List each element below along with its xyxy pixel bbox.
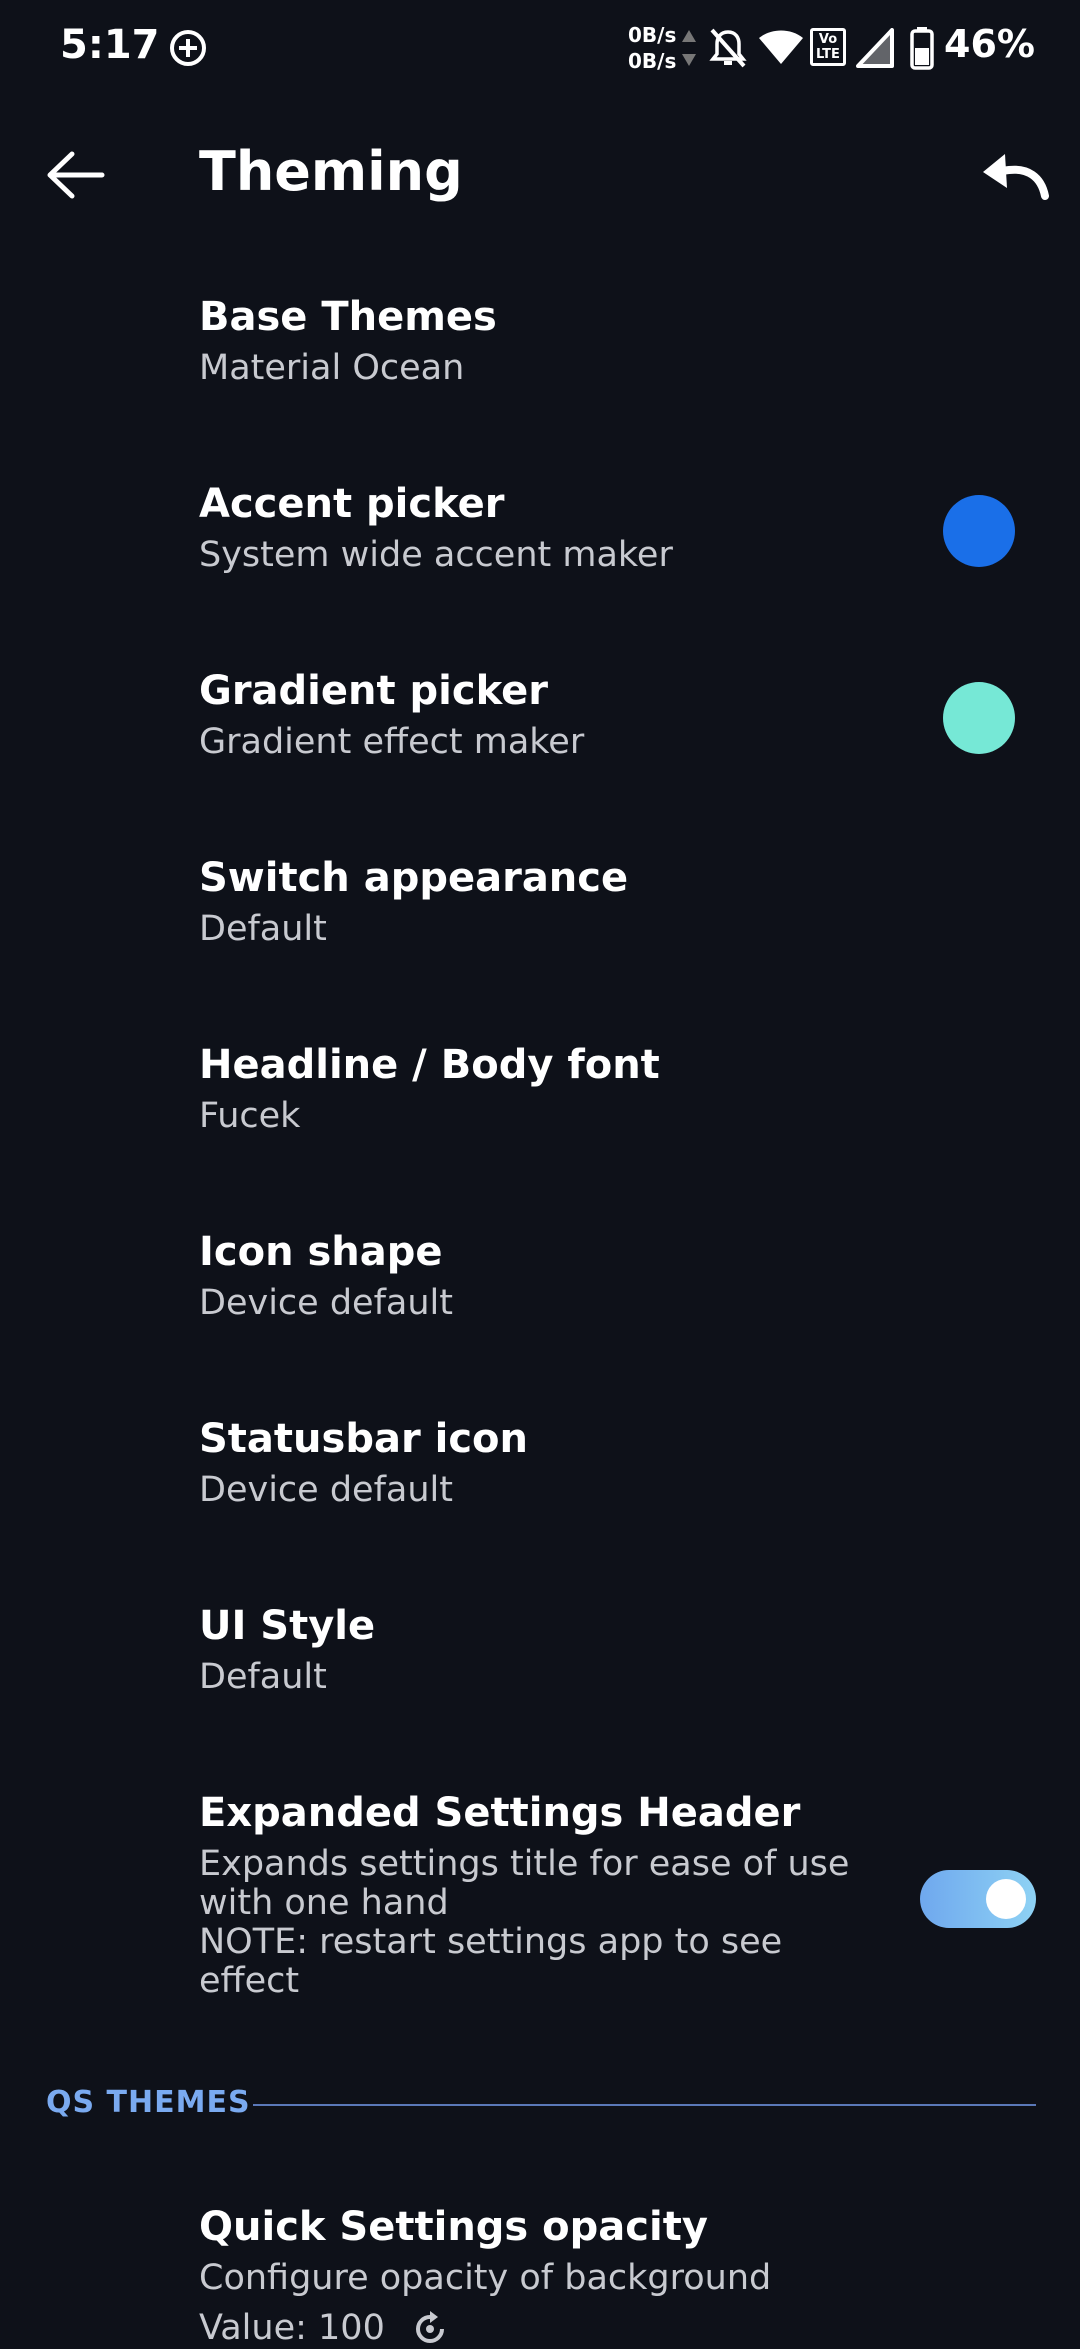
battery-percentage: 46% xyxy=(944,22,1035,66)
gradient-color-swatch[interactable] xyxy=(943,682,1015,754)
data-activity-icon xyxy=(682,30,696,66)
pref-summary: System wide accent maker xyxy=(199,535,673,575)
expanded-header-toggle[interactable] xyxy=(920,1870,1036,1928)
pref-summary: Fucek xyxy=(199,1096,301,1136)
pref-summary: Default xyxy=(199,1657,327,1697)
pref-summary: Configure opacity of background xyxy=(199,2258,772,2298)
accent-color-swatch[interactable] xyxy=(943,495,1015,567)
pref-summary: Device default xyxy=(199,1283,453,1323)
reset-icon[interactable] xyxy=(410,2309,450,2349)
pref-switch-appearance[interactable]: Switch appearance Default xyxy=(0,831,1080,981)
pref-icon-shape[interactable]: Icon shape Device default xyxy=(0,1205,1080,1355)
signal-icon xyxy=(856,28,894,68)
pref-title: Quick Settings opacity xyxy=(199,2204,708,2250)
pref-accent-picker[interactable]: Accent picker System wide accent maker xyxy=(0,457,1080,607)
undo-icon xyxy=(983,154,1049,200)
pref-summary-line: effect xyxy=(199,1961,300,2001)
volte-icon: Vo LTE xyxy=(810,28,846,66)
pref-statusbar-icon[interactable]: Statusbar icon Device default xyxy=(0,1392,1080,1542)
pref-summary-line: NOTE: restart settings app to see xyxy=(199,1922,783,1962)
pref-summary: Material Ocean xyxy=(199,348,465,388)
status-time: 5:17 xyxy=(60,22,160,68)
network-speed: 0B/s 0B/s xyxy=(628,22,676,74)
notification-icon xyxy=(170,30,206,66)
pref-title: Statusbar icon xyxy=(199,1416,528,1462)
pref-summary: Device default xyxy=(199,1470,453,1510)
pref-summary: Gradient effect maker xyxy=(199,722,585,762)
value-text: Value: 100 xyxy=(199,2308,385,2348)
pref-title: Icon shape xyxy=(199,1229,443,1275)
net-up: 0B/s xyxy=(628,23,677,47)
undo-button[interactable] xyxy=(975,146,1055,206)
pref-title: Headline / Body font xyxy=(199,1042,660,1088)
back-arrow-icon xyxy=(47,151,105,199)
pref-value: Value: 100 xyxy=(199,2309,450,2349)
pref-summary-line: with one hand xyxy=(199,1883,449,1923)
pref-summary: Default xyxy=(199,909,327,949)
pref-title: Accent picker xyxy=(199,481,505,527)
wifi-icon xyxy=(759,30,803,64)
toggle-knob xyxy=(986,1879,1026,1919)
pref-quick-settings-opacity[interactable]: Quick Settings opacity Configure opacity… xyxy=(0,2180,1080,2348)
pref-gradient-picker[interactable]: Gradient picker Gradient effect maker xyxy=(0,644,1080,794)
pref-base-themes[interactable]: Base Themes Material Ocean xyxy=(0,270,1080,420)
pref-title: Switch appearance xyxy=(199,855,629,901)
pref-ui-style[interactable]: UI Style Default xyxy=(0,1579,1080,1729)
silent-icon xyxy=(709,28,747,68)
pref-title: Gradient picker xyxy=(199,668,548,714)
section-header-qs-themes: QS THEMES xyxy=(46,2085,251,2120)
section-divider xyxy=(253,2104,1036,2106)
status-bar: 5:17 0B/s 0B/s Vo LTE 46% xyxy=(0,0,1080,100)
net-down: 0B/s xyxy=(628,49,677,73)
pref-headline-body-font[interactable]: Headline / Body font Fucek xyxy=(0,1018,1080,1168)
pref-title: Expanded Settings Header xyxy=(199,1790,801,1836)
battery-icon xyxy=(910,27,934,70)
pref-title: Base Themes xyxy=(199,294,497,340)
pref-summary-line: Expands settings title for ease of use xyxy=(199,1844,850,1884)
pref-expanded-settings-header[interactable]: Expanded Settings Header Expands setting… xyxy=(0,1766,1080,2026)
back-button[interactable] xyxy=(36,140,116,210)
app-bar: Theming xyxy=(0,120,1080,230)
pref-title: UI Style xyxy=(199,1603,376,1649)
page-title: Theming xyxy=(199,140,463,203)
